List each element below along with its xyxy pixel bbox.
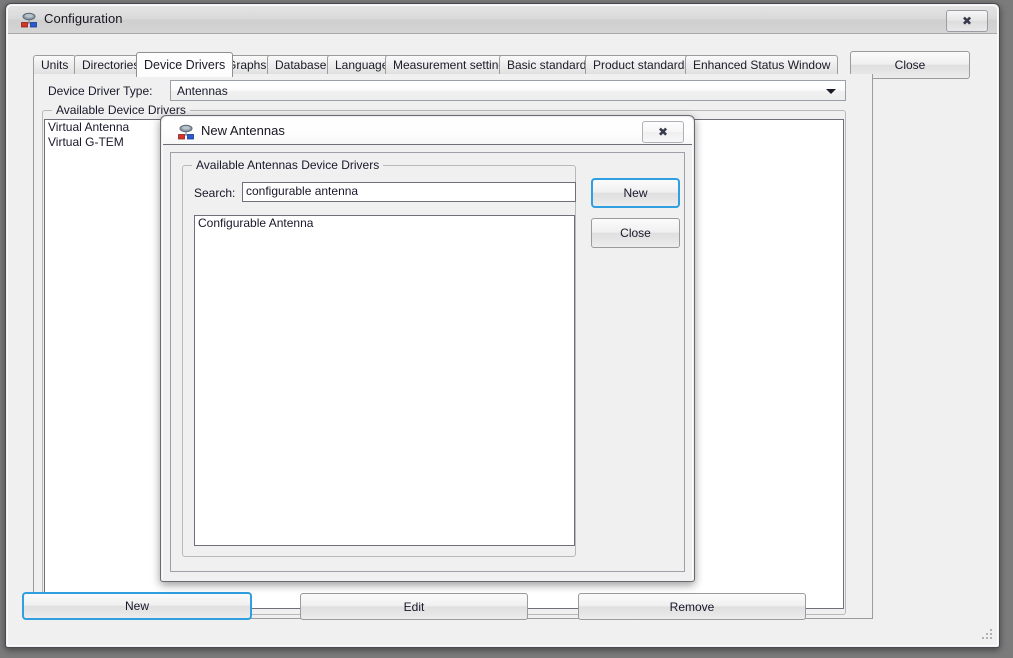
close-button-label: Close bbox=[894, 58, 926, 72]
search-results-listbox[interactable]: Configurable Antenna bbox=[194, 215, 575, 546]
driver-type-combobox[interactable]: Antennas bbox=[170, 80, 846, 101]
edit-button[interactable]: Edit bbox=[300, 593, 528, 620]
new-antennas-dialog: New Antennas ✖ Available Antennas Device… bbox=[160, 115, 695, 582]
window-titlebar[interactable]: Configuration ✖ bbox=[8, 6, 997, 34]
search-input[interactable]: configurable antenna bbox=[242, 182, 576, 202]
search-label: Search: bbox=[194, 186, 236, 200]
remove-button[interactable]: Remove bbox=[578, 593, 806, 620]
dialog-titlebar[interactable]: New Antennas ✖ bbox=[163, 118, 692, 145]
tabstrip: Units Directories Device Drivers Graphs … bbox=[33, 52, 873, 77]
tab-label: Database bbox=[275, 58, 327, 72]
remove-button-label: Remove bbox=[669, 599, 715, 614]
close-icon: ✖ bbox=[657, 125, 669, 139]
device-network-icon bbox=[20, 12, 38, 28]
edit-button-label: Edit bbox=[403, 599, 425, 614]
tab-label: Device Drivers bbox=[144, 58, 226, 72]
screen: Configuration ✖ Close Units Directories … bbox=[0, 0, 1013, 658]
device-network-icon bbox=[177, 124, 195, 140]
dialog-new-button-label: New bbox=[623, 186, 648, 200]
tab-database[interactable]: Database bbox=[267, 55, 335, 74]
available-antennas-group: Available Antennas Device Drivers Search… bbox=[182, 158, 576, 557]
available-antennas-title: Available Antennas Device Drivers bbox=[192, 158, 384, 172]
tab-label: Basic standards bbox=[507, 58, 593, 72]
tab-label: Language bbox=[335, 58, 389, 72]
window-close-button[interactable]: ✖ bbox=[946, 10, 988, 32]
dialog-body: Available Antennas Device Drivers Search… bbox=[163, 145, 692, 580]
list-item[interactable]: Configurable Antenna bbox=[195, 216, 574, 231]
chevron-down-icon bbox=[826, 88, 836, 94]
tab-label: Measurement settings bbox=[393, 58, 512, 72]
tab-enhanced-status-window[interactable]: Enhanced Status Window bbox=[685, 55, 839, 74]
new-button-label: New bbox=[124, 599, 149, 613]
new-button[interactable]: New bbox=[22, 592, 252, 620]
dialog-new-button[interactable]: New bbox=[591, 178, 680, 208]
tab-units[interactable]: Units bbox=[33, 55, 77, 74]
tab-product-standards[interactable]: Product standards bbox=[585, 55, 699, 74]
window-title: Configuration bbox=[44, 11, 123, 26]
tab-label: Enhanced Status Window bbox=[693, 58, 831, 72]
driver-type-label: Device Driver Type: bbox=[48, 84, 153, 98]
dialog-close-button[interactable]: ✖ bbox=[642, 121, 684, 143]
dialog-title: New Antennas bbox=[201, 123, 285, 138]
close-icon: ✖ bbox=[961, 14, 973, 28]
tab-label: Product standards bbox=[593, 58, 691, 72]
tab-device-drivers[interactable]: Device Drivers bbox=[136, 52, 234, 77]
dialog-close-button-label: Close bbox=[620, 226, 651, 240]
tab-label: Directories bbox=[82, 58, 140, 72]
driver-type-value: Antennas bbox=[177, 84, 228, 98]
dialog-content-panel: Available Antennas Device Drivers Search… bbox=[170, 152, 685, 572]
tab-label: Units bbox=[41, 58, 69, 72]
dialog-close-action-button[interactable]: Close bbox=[591, 218, 680, 248]
resize-grip[interactable] bbox=[980, 629, 993, 642]
